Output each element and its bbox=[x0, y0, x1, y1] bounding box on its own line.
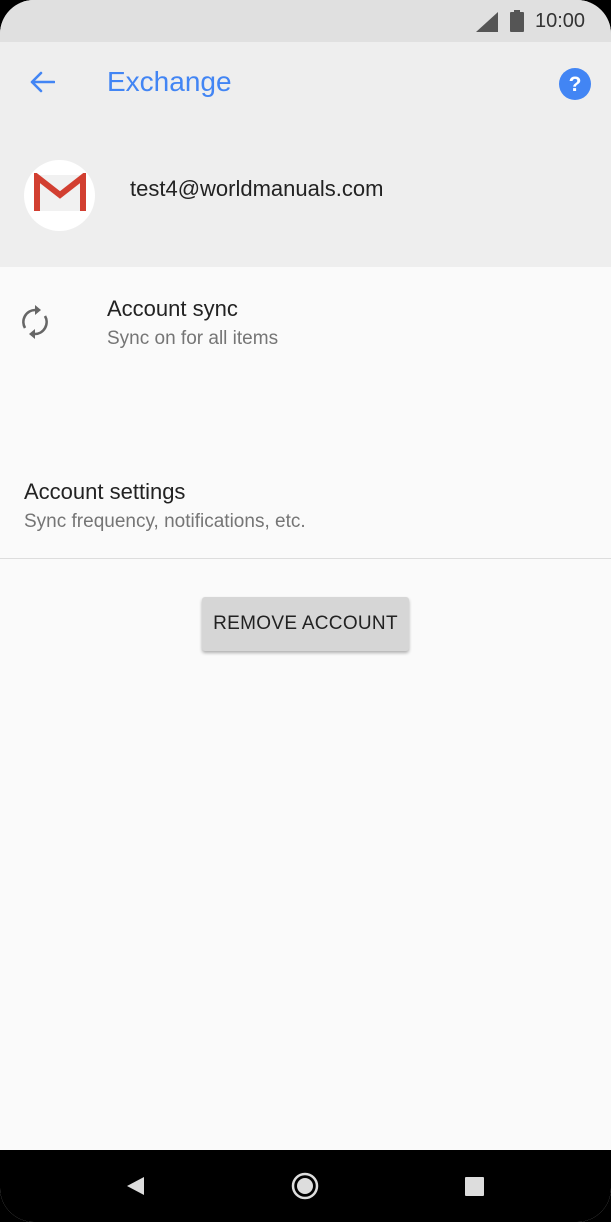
help-icon: ? bbox=[558, 68, 592, 105]
phone-screen: 10:00 Exchange ? test4@worldmanuals.com bbox=[0, 0, 611, 1222]
back-button[interactable] bbox=[24, 66, 60, 102]
account-settings-title: Account settings bbox=[24, 479, 186, 504]
home-icon[interactable] bbox=[291, 1172, 319, 1205]
sync-icon bbox=[20, 305, 50, 344]
svg-text:?: ? bbox=[569, 73, 582, 96]
arrow-back-icon bbox=[29, 71, 56, 98]
account-sync-title: Account sync bbox=[107, 296, 238, 321]
signal-icon bbox=[476, 12, 498, 37]
account-header: Exchange ? test4@worldmanuals.com bbox=[0, 42, 611, 267]
recents-icon[interactable] bbox=[465, 1177, 484, 1201]
help-button[interactable]: ? bbox=[558, 67, 592, 101]
gmail-icon bbox=[33, 170, 86, 218]
status-time: 10:00 bbox=[535, 10, 586, 32]
navigation-bar bbox=[0, 1150, 611, 1222]
avatar bbox=[24, 160, 95, 231]
account-settings-subtitle: Sync frequency, notifications, etc. bbox=[24, 511, 306, 532]
account-settings-item[interactable]: Account settings Sync frequency, notific… bbox=[0, 450, 611, 559]
battery-icon bbox=[510, 10, 524, 37]
remove-account-button[interactable]: REMOVE ACCOUNT bbox=[202, 597, 409, 651]
account-email: test4@worldmanuals.com bbox=[130, 176, 384, 201]
account-sync-subtitle: Sync on for all items bbox=[107, 328, 279, 349]
account-sync-item[interactable]: Account sync Sync on for all items bbox=[0, 267, 611, 377]
back-icon[interactable] bbox=[124, 1175, 146, 1202]
status-bar: 10:00 bbox=[0, 0, 611, 42]
page-title: Exchange bbox=[107, 66, 232, 97]
